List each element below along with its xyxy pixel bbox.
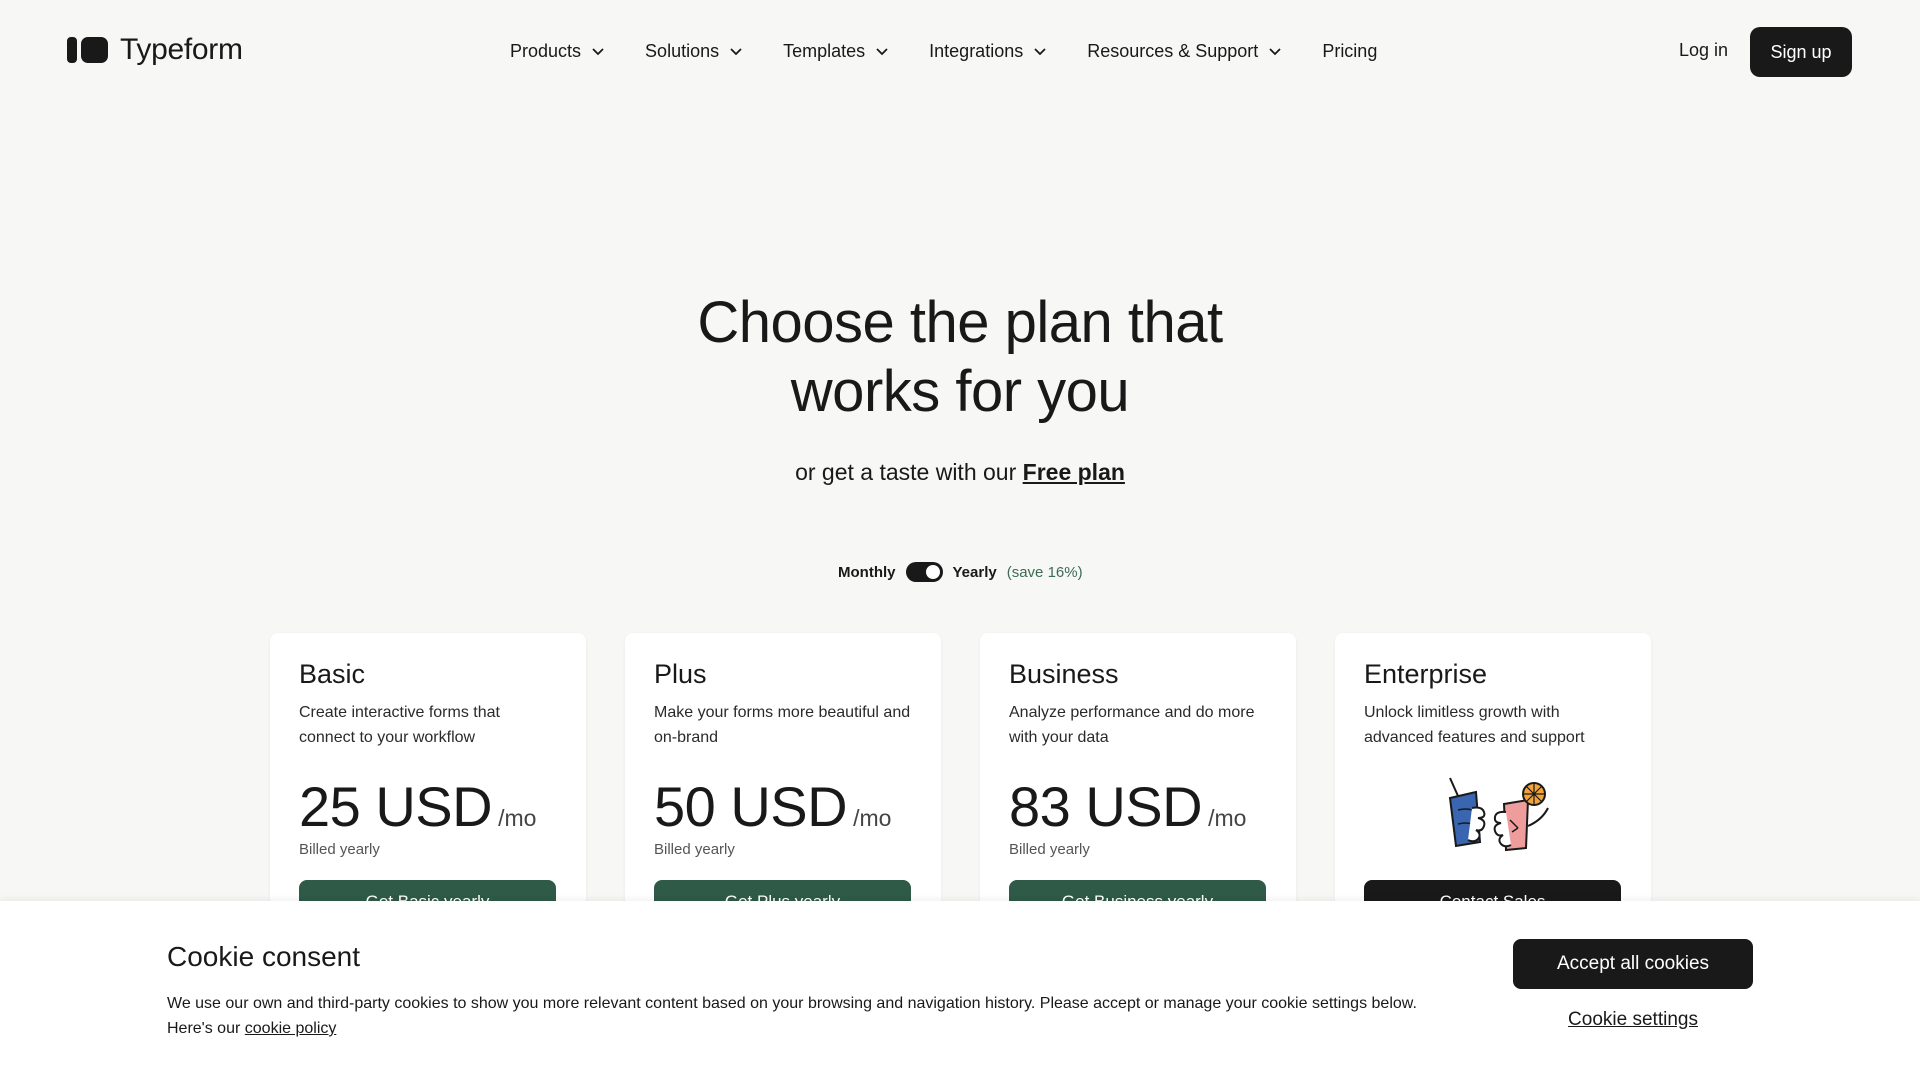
typeform-logo[interactable]: Typeform (67, 31, 243, 69)
typeform-logo-icon (67, 37, 108, 63)
billing-note: Billed yearly (299, 841, 380, 858)
nav-item-pricing[interactable]: Pricing (1322, 41, 1377, 62)
chevron-down-icon (876, 48, 888, 56)
accept-all-cookies-button[interactable]: Accept all cookies (1513, 939, 1753, 989)
price-period: /mo (498, 805, 537, 831)
cookie-policy-link[interactable]: cookie policy (245, 1020, 337, 1037)
cookie-settings-link[interactable]: Cookie settings (1513, 1009, 1753, 1031)
plan-description: Analyze performance and do more with you… (1009, 704, 1255, 746)
nav-item-label: Pricing (1322, 40, 1378, 61)
plan-name: Plus (654, 659, 707, 689)
billing-period-toggle: Monthly Yearly (save 16%) (838, 562, 1083, 582)
main-menu: Products Solutions Templates Integration… (510, 36, 1377, 66)
plan-description: Make your forms more beautiful and on-br… (654, 704, 911, 746)
price-amount: 83 USD (1009, 775, 1203, 838)
price-amount: 50 USD (654, 775, 848, 838)
plan-description: Unlock limitless growth with advanced fe… (1364, 704, 1585, 746)
savings-badge: (save 16%) (1006, 563, 1083, 581)
nav-item-products[interactable]: Products (510, 41, 605, 62)
chevron-down-icon (592, 48, 604, 56)
chevron-down-icon (1034, 48, 1046, 56)
chevron-down-icon (1269, 48, 1281, 56)
plan-price: 50 USD /mo (654, 774, 912, 839)
nav-item-label: Solutions (645, 40, 720, 61)
price-period: /mo (1208, 805, 1247, 831)
nav-item-resources-support[interactable]: Resources & Support (1087, 41, 1282, 62)
cookie-consent-banner: Cookie consent We use our own and third-… (0, 901, 1920, 1080)
nav-item-solutions[interactable]: Solutions (645, 41, 743, 62)
page-title-line-1: Choose the plan that (697, 290, 1223, 355)
brand-name: Typeform (120, 33, 243, 66)
nav-item-label: Resources & Support (1087, 40, 1259, 61)
nav-item-integrations[interactable]: Integrations (929, 41, 1047, 62)
chevron-down-icon (730, 48, 742, 56)
switch-knob (925, 565, 940, 579)
drinks-toast-icon (1364, 776, 1622, 856)
plan-name: Enterprise (1364, 659, 1488, 689)
nav-item-label: Products (510, 40, 582, 61)
price-amount: 25 USD (299, 775, 493, 838)
billing-note: Billed yearly (654, 841, 735, 858)
monthly-label[interactable]: Monthly (838, 564, 896, 581)
page-subtitle: or get a taste with our Free plan (0, 459, 1920, 486)
plan-price: 25 USD /mo (299, 774, 557, 839)
cookie-title: Cookie consent (167, 941, 361, 972)
free-plan-link[interactable]: Free plan (1023, 459, 1125, 485)
subtitle-text: or get a taste with our (795, 459, 1017, 485)
cookie-body: We use our own and third-party cookies t… (167, 995, 1417, 1037)
yearly-label[interactable]: Yearly (953, 564, 997, 581)
top-navigation: Typeform Products Solutions Templates In… (0, 0, 1920, 102)
page-title-line-2: works for you (790, 359, 1130, 424)
plan-name: Business (1009, 659, 1119, 689)
nav-item-label: Templates (783, 40, 866, 61)
plan-name: Basic (299, 659, 366, 689)
plan-price: 83 USD /mo (1009, 774, 1267, 839)
nav-item-label: Integrations (929, 40, 1024, 61)
login-link[interactable]: Log in (1679, 40, 1728, 61)
plan-description: Create interactive forms that connect to… (299, 704, 500, 746)
billing-switch[interactable] (905, 562, 943, 582)
billing-note: Billed yearly (1009, 841, 1090, 858)
cookie-message: We use our own and third-party cookies t… (167, 991, 1437, 1041)
signup-button[interactable]: Sign up (1750, 27, 1852, 77)
nav-item-templates[interactable]: Templates (783, 41, 889, 62)
price-period: /mo (853, 805, 892, 831)
page-title: Choose the plan that works for you (0, 288, 1920, 426)
